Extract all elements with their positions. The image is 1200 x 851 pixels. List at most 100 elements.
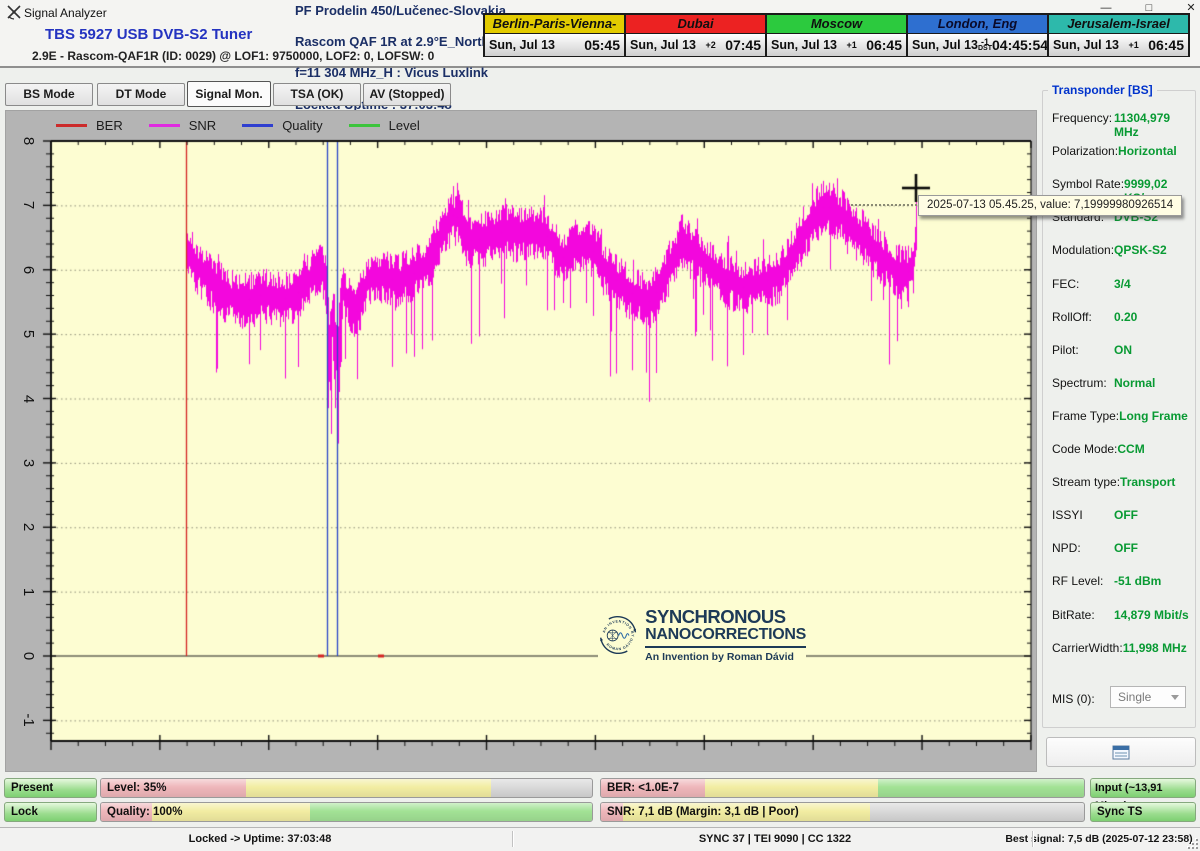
transponder-row-label: Frequency: [1052,111,1112,127]
transponder-row-label: NPD: [1052,541,1081,557]
transponder-row-value: 3/4 [1114,277,1192,293]
status-separator [1032,831,1033,847]
clock-date: Sun, Jul 13 [1053,38,1119,52]
transponder-row-label: BitRate: [1052,608,1095,624]
sync-ts-indicator[interactable]: Sync TS [1090,802,1196,822]
clock-jerusalem: Jerusalem-Israel Sun, Jul 13 +1 06:45 [1047,13,1190,57]
clock-time: 05:45 [584,37,620,53]
clock-dst-flag: DST [978,45,992,53]
y-axis-tick-label: -1 [20,711,36,729]
watermark-divider [645,646,806,648]
clock-dubai: Dubai Sun, Jul 13+207:45 [624,13,767,57]
clock-time: 04:45:54 [992,37,1048,53]
clock-date: Sun, Jul 13 [489,38,555,52]
transponder-row: NPD: OFF [1052,541,1192,557]
status-bar: Locked -> Uptime: 37:03:48 SYNC 37 | TEI… [0,827,1200,851]
watermark-logo-icon: AN INVENTION BY ROMAN DÁVID [598,598,638,672]
clock-offset: +1 [846,40,856,50]
gauge-segment [705,779,877,797]
lock-indicator[interactable]: Lock [4,802,97,822]
transponder-row-value: 14,879 Mbit/s [1114,608,1192,624]
transponder-row-value: Transport [1120,475,1192,491]
transponder-row: ISSYIOFF [1052,508,1192,524]
snr-trend-plot[interactable] [6,111,1036,771]
transponder-row-label: Symbol Rate: [1052,177,1124,193]
clock-dubai-name: Dubai [626,15,765,34]
gauge-segment [310,803,592,821]
transponder-row: FEC:3/4 [1052,277,1192,293]
transponder-row-label: RollOff: [1052,310,1092,326]
transport-view-button[interactable] [1046,737,1196,767]
transponder-row: BitRate: 14,879 Mbit/s [1052,608,1192,624]
transponder-row-value: Long Frame [1119,409,1192,425]
transponder-row-label: Frame Type: [1052,409,1119,425]
transponder-row-label: RF Level: [1052,574,1103,590]
info-line-1: PF Prodelin 450/Lučenec-Slovakia [295,3,506,18]
transponder-row: Code Mode:CCM [1052,442,1192,458]
clock-jerusalem-name: Jerusalem-Israel [1049,15,1188,34]
chevron-down-icon [1171,695,1179,700]
status-sync-counts: SYNC 37 | TEI 9090 | CC 1322 [560,833,990,845]
transponder-row: CarrierWidth:11,998 MHz [1052,641,1192,657]
transponder-row-value: OFF [1114,541,1192,557]
transponder-row: RollOff: 0.20 [1052,310,1192,326]
mis-selected-value: Single [1118,690,1151,704]
clock-london-name: London, Eng [908,15,1047,34]
y-axis-tick-label: 6 [20,261,36,279]
device-title: TBS 5927 USB DVB-S2 Tuner [45,26,252,43]
transponder-row-label: Spectrum: [1052,376,1107,392]
signal-chart-panel: BER SNR Quality Level 876543210-1 AN INV… [5,110,1037,772]
info-line-2: Rascom QAF 1R at 2.9°E_North [295,34,489,49]
tab-bs-mode[interactable]: BS Mode [5,83,93,106]
y-axis-tick-label: 7 [20,196,36,214]
clock-berlin-name: Berlin-Paris-Vienna-Roma [485,15,624,34]
tab-av[interactable]: AV (Stopped) [363,83,451,106]
transponder-row-value: Horizontal [1118,144,1192,160]
present-indicator[interactable]: Present [4,778,97,798]
tab-dt-mode[interactable]: DT Mode [97,83,185,106]
transponder-title: Transponder [BS] [1048,83,1157,97]
transponder-row: RF Level:-51 dBm [1052,574,1192,590]
transponder-row: Polarization:Horizontal [1052,144,1192,160]
status-best-signal: Best signal: 7,5 dB (2025-07-12 23:58) [1000,833,1198,845]
transponder-row-value: QPSK-S2 [1114,243,1192,259]
transponder-row-value: 11304,979 MHz [1114,111,1192,127]
mis-dropdown[interactable]: Single [1110,686,1186,708]
value-tooltip: 2025-07-13 05.45.25, value: 7,1999998092… [918,195,1182,216]
transponder-row: Spectrum: Normal [1052,376,1192,392]
transponder-row-label: ISSYI [1052,508,1083,524]
transponder-row-value: Normal [1114,376,1192,392]
y-axis-tick-label: 3 [20,454,36,472]
transponder-row-value: ON [1114,343,1192,359]
app-antenna-icon [6,4,22,20]
transponder-row: Frequency:11304,979 MHz [1052,111,1192,127]
input-bitrate-indicator[interactable]: Input (~13,91 Mbps) [1090,778,1196,798]
resize-grip[interactable] [1186,837,1198,849]
y-axis-tick-label: 2 [20,518,36,536]
transponder-row: Symbol Rate:9999,02 KS/s [1052,177,1192,193]
transponder-row: Modulation:QPSK-S2 [1052,243,1192,259]
mis-label: MIS (0): [1052,692,1095,706]
window-grid-icon [1112,745,1130,760]
clock-time: 06:45 [866,37,902,53]
watermark-byline: An Invention by Roman Dávid [645,651,806,663]
ber-gauge: BER: <1.0E-7 [600,778,1085,798]
transponder-row-value: 0.20 [1114,310,1192,326]
clock-offset: +1 [1128,40,1138,50]
snr-gauge: SNR: 7,1 dB (Margin: 3,1 dB | Poor) [600,802,1085,822]
transponder-row-value: 9999,02 KS/s [1124,177,1192,193]
transponder-row-label: Stream type: [1052,475,1120,491]
y-axis-tick-label: 1 [20,583,36,601]
clock-time: 07:45 [725,37,761,53]
watermark-title-2: NANOCORRECTIONS [645,626,806,643]
window-title: Signal Analyzer [24,6,107,20]
tab-tsa[interactable]: TSA (OK) [273,83,361,106]
world-clocks: Berlin-Paris-Vienna-Roma Sun, Jul 13 05:4… [483,13,1190,57]
transponder-row: Frame Type:Long Frame [1052,409,1192,425]
tab-signal-mon[interactable]: Signal Mon. [187,81,271,107]
transponder-row-label: Code Mode: [1052,442,1117,458]
clock-offset: +2 [705,40,715,50]
clock-time: 06:45 [1148,37,1184,53]
header-separator [0,66,1200,68]
clock-date: Sun, Jul 13 [771,38,837,52]
